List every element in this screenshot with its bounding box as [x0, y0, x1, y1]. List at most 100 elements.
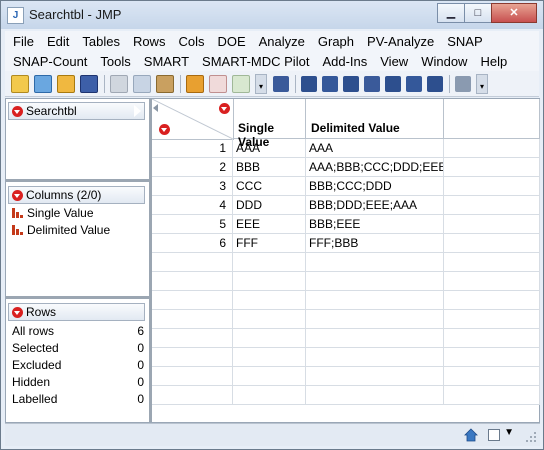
empty-cell[interactable] [306, 367, 444, 386]
empty-cell[interactable] [306, 253, 444, 272]
delimited-value-cell[interactable]: BBB;CCC;DDD [306, 177, 444, 196]
red-triangle-menu-icon[interactable] [12, 105, 23, 117]
empty-cell[interactable] [233, 386, 306, 405]
empty-cell[interactable] [152, 253, 233, 272]
menu-snap-count[interactable]: SNAP-Count [13, 54, 87, 69]
collapse-arrow-icon[interactable] [133, 104, 141, 118]
column-header[interactable]: Single Value [233, 99, 306, 149]
empty-cell[interactable] [233, 272, 306, 291]
empty-cell[interactable] [444, 196, 540, 215]
red-triangle-menu-icon[interactable] [12, 189, 23, 201]
delimited-value-cell[interactable]: BBB;EEE [306, 215, 444, 234]
menu-snap[interactable]: SNAP [447, 34, 482, 49]
title-bar[interactable]: J Searchtbl - JMP ▁ □ ✕ [1, 1, 543, 29]
tables-icon[interactable] [455, 75, 471, 92]
menu-analyze[interactable]: Analyze [259, 34, 305, 49]
empty-cell[interactable] [444, 139, 540, 158]
delimited-value-cell[interactable]: BBB;DDD;EEE;AAA [306, 196, 444, 215]
row-number[interactable]: 4 [152, 196, 233, 215]
empty-cell[interactable] [233, 367, 306, 386]
empty-cell[interactable] [306, 329, 444, 348]
copy-icon[interactable] [133, 74, 151, 93]
menu-cols[interactable]: Cols [178, 34, 204, 49]
empty-cell[interactable] [444, 158, 540, 177]
toolbar-overflow-chevron-icon[interactable]: ▾ [476, 73, 488, 94]
single-value-cell[interactable]: CCC [233, 177, 306, 196]
empty-cell[interactable] [152, 272, 233, 291]
empty-cell[interactable] [233, 348, 306, 367]
row-number[interactable]: 1 [152, 139, 233, 158]
column-item[interactable]: Delimited Value [12, 223, 110, 237]
menu-edit[interactable]: Edit [47, 34, 69, 49]
rows-panel-header[interactable]: Rows [8, 303, 145, 321]
empty-cell[interactable] [152, 348, 233, 367]
menu-window[interactable]: Window [421, 54, 467, 69]
graph-builder-icon[interactable] [427, 75, 443, 92]
empty-cell[interactable] [444, 348, 540, 367]
single-value-cell[interactable]: EEE [233, 215, 306, 234]
empty-cell[interactable] [152, 386, 233, 405]
empty-cell[interactable] [152, 291, 233, 310]
open-folder-icon[interactable] [57, 74, 75, 93]
single-value-cell[interactable]: BBB [233, 158, 306, 177]
empty-cell[interactable] [306, 272, 444, 291]
close-button[interactable]: ✕ [491, 3, 537, 23]
panel-divider[interactable] [6, 296, 149, 299]
single-value-cell[interactable]: FFF [233, 234, 306, 253]
new-table-icon[interactable] [11, 74, 29, 93]
fit-model-icon[interactable] [322, 75, 338, 92]
menu-smart[interactable]: SMART [144, 54, 189, 69]
panel-divider[interactable] [6, 179, 149, 182]
columns-panel-header[interactable]: Columns (2/0) [8, 186, 145, 204]
empty-cell[interactable] [444, 310, 540, 329]
control-chart-icon[interactable] [364, 75, 380, 92]
table-panel-header[interactable]: Searchtbl [8, 102, 145, 120]
window-list-icon[interactable] [488, 429, 500, 441]
paste-icon[interactable] [156, 74, 174, 93]
row-number[interactable]: 3 [152, 177, 233, 196]
pdf-icon[interactable] [209, 74, 227, 93]
fit-y-by-x-icon[interactable] [301, 75, 317, 92]
menu-tables[interactable]: Tables [82, 34, 120, 49]
column-item[interactable]: Single Value [12, 206, 94, 220]
columns-red-triangle-icon[interactable] [219, 103, 230, 114]
distribution-icon[interactable] [273, 75, 289, 92]
jmp-app-icon[interactable]: J [7, 7, 24, 24]
resize-grip-icon[interactable] [525, 431, 537, 443]
menu-graph[interactable]: Graph [318, 34, 354, 49]
row-number[interactable]: 6 [152, 234, 233, 253]
empty-cell[interactable] [233, 329, 306, 348]
run-script-icon[interactable] [232, 74, 250, 93]
rows-red-triangle-icon[interactable] [159, 124, 170, 135]
empty-cell[interactable] [152, 329, 233, 348]
red-triangle-menu-icon[interactable] [12, 306, 23, 318]
menu-file[interactable]: File [13, 34, 34, 49]
new-script-icon[interactable] [34, 74, 52, 93]
variability-chart-icon[interactable] [385, 75, 401, 92]
row-number[interactable]: 2 [152, 158, 233, 177]
minimize-button[interactable]: ▁ [437, 3, 465, 23]
menu-pv-analyze[interactable]: PV-Analyze [367, 34, 434, 49]
delimited-value-cell[interactable]: AAA;BBB;CCC;DDD;EEE [306, 158, 444, 177]
home-icon[interactable] [464, 428, 478, 442]
menu-doe[interactable]: DOE [217, 34, 245, 49]
menu-help[interactable]: Help [480, 54, 507, 69]
empty-cell[interactable] [444, 234, 540, 253]
multivariate-icon[interactable] [343, 75, 359, 92]
empty-cell[interactable] [444, 291, 540, 310]
menu-add-ins[interactable]: Add-Ins [322, 54, 367, 69]
row-number[interactable]: 5 [152, 215, 233, 234]
empty-cell[interactable] [444, 215, 540, 234]
empty-cell[interactable] [444, 272, 540, 291]
empty-cell[interactable] [306, 291, 444, 310]
toolbar-overflow-chevron-icon[interactable]: ▾ [255, 73, 267, 94]
empty-cell[interactable] [444, 177, 540, 196]
empty-cell[interactable] [444, 367, 540, 386]
empty-cell[interactable] [306, 386, 444, 405]
menu-smart-mdc-pilot[interactable]: SMART-MDC Pilot [202, 54, 309, 69]
empty-cell[interactable] [233, 310, 306, 329]
menu-tools[interactable]: Tools [100, 54, 130, 69]
empty-cell[interactable] [152, 367, 233, 386]
menu-view[interactable]: View [380, 54, 408, 69]
single-value-cell[interactable]: DDD [233, 196, 306, 215]
